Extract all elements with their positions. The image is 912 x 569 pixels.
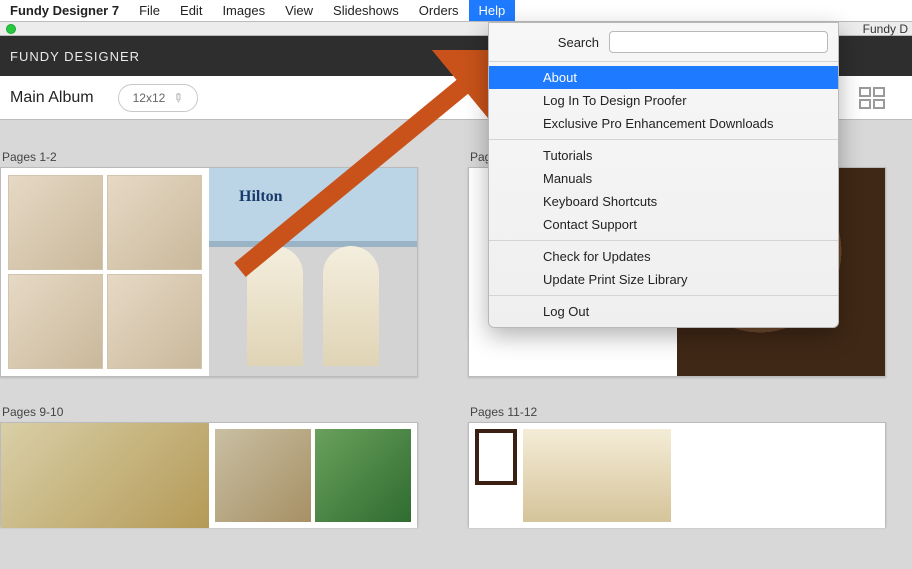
album-size-label: 12x12 <box>133 91 166 105</box>
menu-file[interactable]: File <box>129 0 170 21</box>
page-11[interactable] <box>469 423 677 528</box>
photo-thumb[interactable] <box>107 274 202 369</box>
traffic-light-green[interactable] <box>6 24 16 34</box>
page-12[interactable] <box>677 423 885 528</box>
menu-images[interactable]: Images <box>212 0 275 21</box>
photo-thumb[interactable] <box>315 429 411 522</box>
menu-slideshows[interactable]: Slideshows <box>323 0 409 21</box>
help-item-shortcuts[interactable]: Keyboard Shortcuts <box>489 190 838 213</box>
help-item-manuals[interactable]: Manuals <box>489 167 838 190</box>
pencil-icon: ✎ <box>170 89 187 106</box>
page-9[interactable] <box>1 423 209 528</box>
menu-edit[interactable]: Edit <box>170 0 212 21</box>
help-item-pro-downloads[interactable]: Exclusive Pro Enhancement Downloads <box>489 112 838 135</box>
page-10[interactable] <box>209 423 417 528</box>
hilton-sign: Hilton <box>239 188 283 206</box>
help-item-log-out[interactable]: Log Out <box>489 300 838 323</box>
menubar: Fundy Designer 7 File Edit Images View S… <box>0 0 912 22</box>
spread-11-12[interactable]: Pages 11-12 <box>468 405 886 527</box>
help-item-tutorials[interactable]: Tutorials <box>489 144 838 167</box>
spread-label: Pages 11-12 <box>470 405 886 419</box>
help-item-contact-support[interactable]: Contact Support <box>489 213 838 236</box>
help-item-update-print-library[interactable]: Update Print Size Library <box>489 268 838 291</box>
app-header-title: FUNDY DESIGNER <box>10 49 140 64</box>
photo-thumb[interactable] <box>475 429 517 485</box>
help-item-about[interactable]: About <box>489 66 838 89</box>
photo-thumb[interactable] <box>8 274 103 369</box>
photo-thumb[interactable] <box>523 429 671 522</box>
help-search-label: Search <box>489 35 599 50</box>
photo-thumb[interactable] <box>107 175 202 270</box>
window-title-fragment: Fundy D <box>863 22 908 36</box>
album-title: Main Album <box>10 89 94 107</box>
spread-9-10[interactable]: Pages 9-10 <box>0 405 418 527</box>
menu-orders[interactable]: Orders <box>409 0 469 21</box>
menu-view[interactable]: View <box>275 0 323 21</box>
photo-thumb[interactable] <box>215 429 311 522</box>
spread-label: Pages 9-10 <box>2 405 418 419</box>
help-menu-dropdown: Search About Log In To Design Proofer Ex… <box>488 22 839 328</box>
menu-help[interactable]: Help <box>469 0 516 21</box>
page-1[interactable] <box>1 168 209 376</box>
spread-label: Pages 1-2 <box>2 150 418 164</box>
page-2[interactable]: Hilton <box>209 168 417 376</box>
help-item-check-updates[interactable]: Check for Updates <box>489 245 838 268</box>
album-size-selector[interactable]: 12x12 ✎ <box>118 84 199 112</box>
spread-1-2[interactable]: Pages 1-2 Hilton <box>0 150 418 377</box>
help-search-input[interactable] <box>609 31 828 53</box>
photo-thumb[interactable] <box>8 175 103 270</box>
app-title: Fundy Designer 7 <box>0 3 129 18</box>
help-item-login-proofer[interactable]: Log In To Design Proofer <box>489 89 838 112</box>
layout-view-icon[interactable] <box>858 84 886 117</box>
